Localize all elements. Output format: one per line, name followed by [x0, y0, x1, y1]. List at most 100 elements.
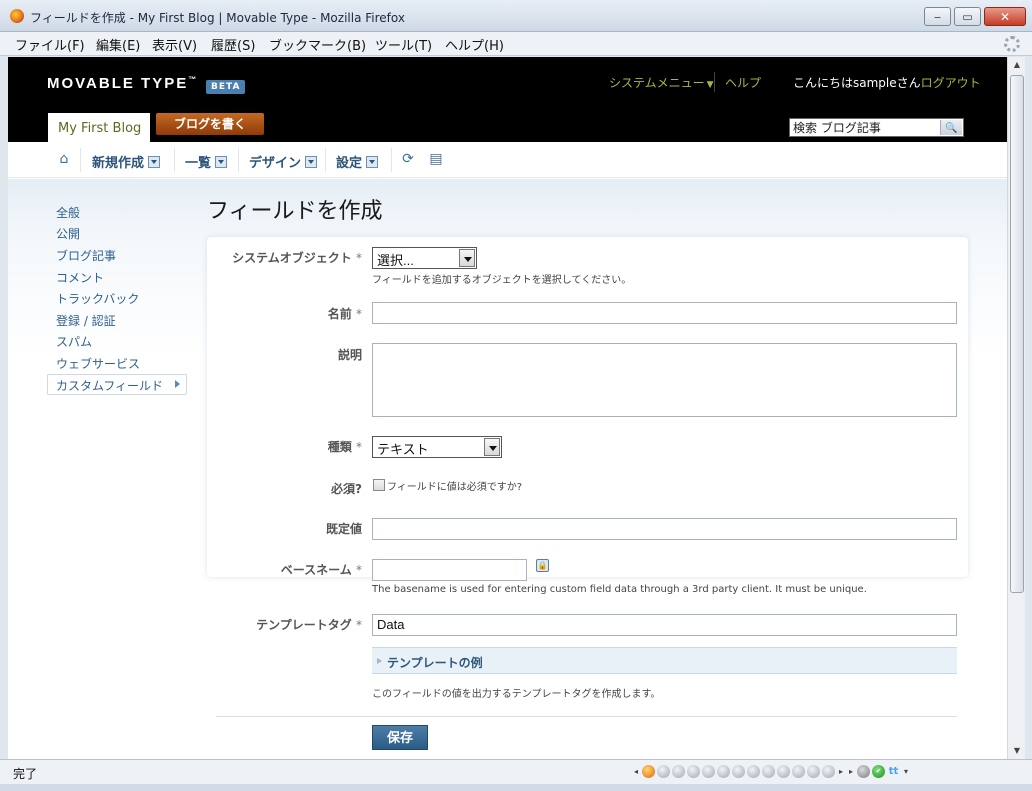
- nav-create[interactable]: 新規作成: [92, 152, 161, 171]
- basename-label-text: ベースネーム: [280, 563, 352, 577]
- status-text: 完了: [13, 767, 38, 781]
- view-site-icon[interactable]: ▤: [427, 150, 445, 168]
- sidebar-item-publish[interactable]: 公開: [56, 225, 80, 242]
- tt-icon[interactable]: tt: [887, 765, 900, 778]
- scroll-thumb[interactable]: [1010, 75, 1024, 593]
- addon-icon[interactable]: [687, 765, 700, 778]
- sidebar-item-comments[interactable]: コメント: [56, 269, 104, 286]
- template-example-toggle[interactable]: テンプレートの例: [372, 647, 957, 674]
- template-tag-hint: このフィールドの値を出力するテンプレートタグを作成します。: [372, 689, 661, 700]
- description-field[interactable]: [372, 343, 957, 417]
- window-titlebar: フィールドを作成 - My First Blog | Movable Type …: [0, 0, 1032, 32]
- arrow-right-icon[interactable]: ▸: [837, 765, 845, 778]
- nav-design[interactable]: デザイン: [249, 152, 318, 171]
- nav-design-label: デザイン: [249, 156, 302, 171]
- chevron-down-icon[interactable]: ▾: [902, 765, 910, 778]
- chevron-down-icon[interactable]: [148, 156, 161, 168]
- nav-divider: [238, 148, 239, 172]
- mt-header: MOVABLE TYPE™ BETA システムメニュー ▼ ヘルプ こんにちはsa…: [8, 57, 1007, 142]
- menu-tools[interactable]: ツール(T): [375, 35, 432, 54]
- addon-icon[interactable]: [762, 765, 775, 778]
- system-object-label-text: システムオブジェクト: [232, 251, 352, 265]
- system-menu-link[interactable]: システムメニュー ▼: [609, 74, 714, 91]
- addon-icon[interactable]: [807, 765, 820, 778]
- menu-bookmarks[interactable]: ブックマーク(B): [269, 35, 366, 54]
- required-checkbox-label[interactable]: フィールドに値は必須ですか?: [387, 478, 522, 493]
- sidebar-item-custom-fields[interactable]: カスタムフィールド: [56, 377, 163, 394]
- menu-help[interactable]: ヘルプ(H): [445, 35, 504, 54]
- required-marker: *: [356, 618, 362, 632]
- page-scrollbar[interactable]: ▲ ▼: [1007, 57, 1025, 759]
- type-value: テキスト: [377, 442, 429, 457]
- arrow-left-icon[interactable]: ◂: [632, 765, 640, 778]
- arrow-right-icon[interactable]: ▸: [847, 765, 855, 778]
- sidebar-item-registration[interactable]: 登録 / 認証: [56, 312, 116, 329]
- checkmark-icon[interactable]: ✔: [872, 765, 885, 778]
- required-marker: *: [356, 251, 362, 265]
- maximize-icon: ▭: [962, 10, 973, 23]
- menu-view[interactable]: 表示(V): [152, 35, 197, 54]
- addon-icon[interactable]: [657, 765, 670, 778]
- nav-manage[interactable]: 一覧: [185, 152, 228, 171]
- logo-tm: ™: [188, 75, 197, 84]
- nav-settings[interactable]: 設定: [336, 152, 379, 171]
- chevron-down-icon[interactable]: [305, 156, 318, 168]
- addon-icon[interactable]: [792, 765, 805, 778]
- refresh-icon[interactable]: ⟳: [399, 150, 417, 168]
- sidebar-item-entries[interactable]: ブログ記事: [56, 247, 116, 264]
- search-input[interactable]: [790, 119, 940, 136]
- addon-icon[interactable]: [732, 765, 745, 778]
- addon-icon[interactable]: [717, 765, 730, 778]
- chevron-down-icon[interactable]: [484, 438, 500, 456]
- scroll-up-icon[interactable]: ▲: [1008, 57, 1026, 73]
- sidebar-item-general[interactable]: 全般: [56, 204, 80, 221]
- required-marker: *: [356, 307, 362, 321]
- required-label: 必須?: [331, 482, 362, 496]
- addon-icon[interactable]: [822, 765, 835, 778]
- sidebar-item-web-services[interactable]: ウェブサービス: [56, 355, 140, 372]
- chevron-down-icon[interactable]: [459, 249, 475, 267]
- logout-link[interactable]: ログアウト: [921, 76, 981, 90]
- type-select[interactable]: テキスト: [372, 436, 502, 458]
- chevron-right-icon: [175, 380, 180, 388]
- search-button[interactable]: 🔍: [940, 120, 962, 135]
- help-link[interactable]: ヘルプ: [725, 74, 761, 91]
- nav-settings-label: 設定: [336, 156, 363, 171]
- cat-icon[interactable]: [857, 765, 870, 778]
- menu-history[interactable]: 履歴(S): [211, 35, 255, 54]
- movable-type-logo[interactable]: MOVABLE TYPE™: [47, 75, 196, 92]
- required-checkbox[interactable]: [373, 479, 385, 491]
- save-button[interactable]: 保存: [372, 725, 428, 750]
- menu-file[interactable]: ファイル(F): [15, 35, 85, 54]
- default-field[interactable]: [372, 518, 957, 540]
- addon-icon[interactable]: [777, 765, 790, 778]
- sidebar-item-trackbacks[interactable]: トラックバック: [56, 290, 139, 307]
- template-tag-label-text: テンプレートタグ: [256, 618, 352, 632]
- sidebar-item-spam[interactable]: スパム: [56, 333, 92, 350]
- home-icon[interactable]: ⌂: [55, 150, 73, 168]
- maximize-button[interactable]: ▭: [954, 7, 981, 26]
- scroll-down-icon[interactable]: ▼: [1008, 743, 1026, 759]
- name-field[interactable]: [372, 302, 957, 324]
- chevron-down-icon[interactable]: [366, 156, 379, 168]
- write-entry-button[interactable]: ブログを書く: [156, 113, 264, 135]
- addon-fire-icon[interactable]: [642, 765, 655, 778]
- window-bottom-border: [0, 784, 1032, 791]
- close-icon: ✕: [999, 9, 1011, 24]
- chevron-down-icon[interactable]: [215, 156, 228, 168]
- minimize-button[interactable]: ‒: [924, 7, 951, 26]
- addon-icon[interactable]: [747, 765, 760, 778]
- blog-tab[interactable]: My First Blog: [48, 113, 150, 142]
- basename-field[interactable]: [372, 559, 527, 581]
- system-object-select[interactable]: 選択...: [372, 247, 477, 269]
- greeting-text: こんにちはsampleさん: [793, 76, 921, 90]
- nav-create-label: 新規作成: [92, 156, 145, 171]
- menu-edit[interactable]: 編集(E): [96, 35, 140, 54]
- lock-icon[interactable]: 🔒: [536, 559, 549, 572]
- template-tag-field[interactable]: Data: [372, 614, 957, 636]
- close-button[interactable]: ✕: [984, 7, 1026, 26]
- type-label-text: 種類: [327, 440, 352, 454]
- template-tag-label: テンプレートタグ *: [256, 616, 362, 633]
- addon-icon[interactable]: [702, 765, 715, 778]
- addon-icon[interactable]: [672, 765, 685, 778]
